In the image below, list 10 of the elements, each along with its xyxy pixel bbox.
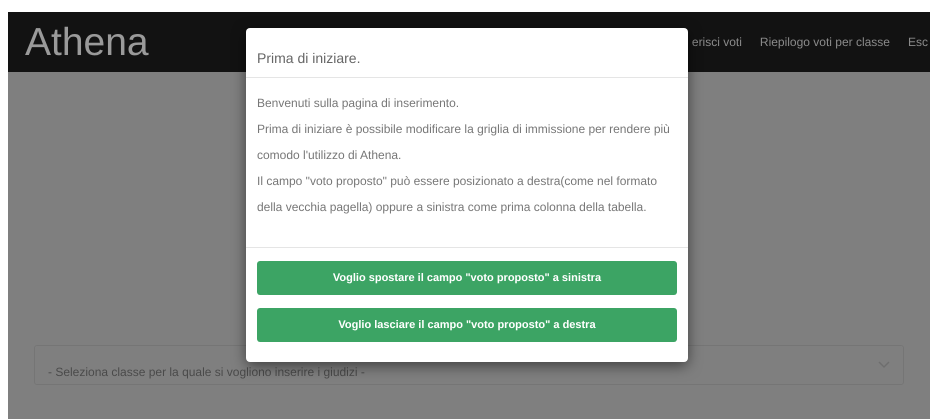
modal-text: Benvenuti sulla pagina di inserimento. bbox=[257, 95, 460, 112]
modal-text: Il campo "voto proposto" può essere posizionato a destra(come nel formato della vecchia pagella) oppure a sinistra come prima colonna della tabella. bbox=[257, 173, 658, 216]
nav-link[interactable]: erisci voti bbox=[692, 33, 742, 51]
nav-link[interactable]: Riepilogo voti per classe bbox=[760, 33, 890, 51]
modal-text: Prima di iniziare è possibile modificare la griglia di immissione per rendere più comodo l'utilizzo di Athena. bbox=[257, 121, 671, 164]
choice-button[interactable]: Voglio spostare il campo "voto proposto" a sinistra bbox=[257, 261, 677, 295]
brand-title: Athena bbox=[25, 22, 149, 62]
nav-link[interactable]: Esc bbox=[908, 33, 928, 51]
choice-button[interactable]: Voglio lasciare il campo "voto proposto" a destra bbox=[257, 308, 677, 342]
modal-title: Prima di iniziare. bbox=[257, 49, 360, 68]
